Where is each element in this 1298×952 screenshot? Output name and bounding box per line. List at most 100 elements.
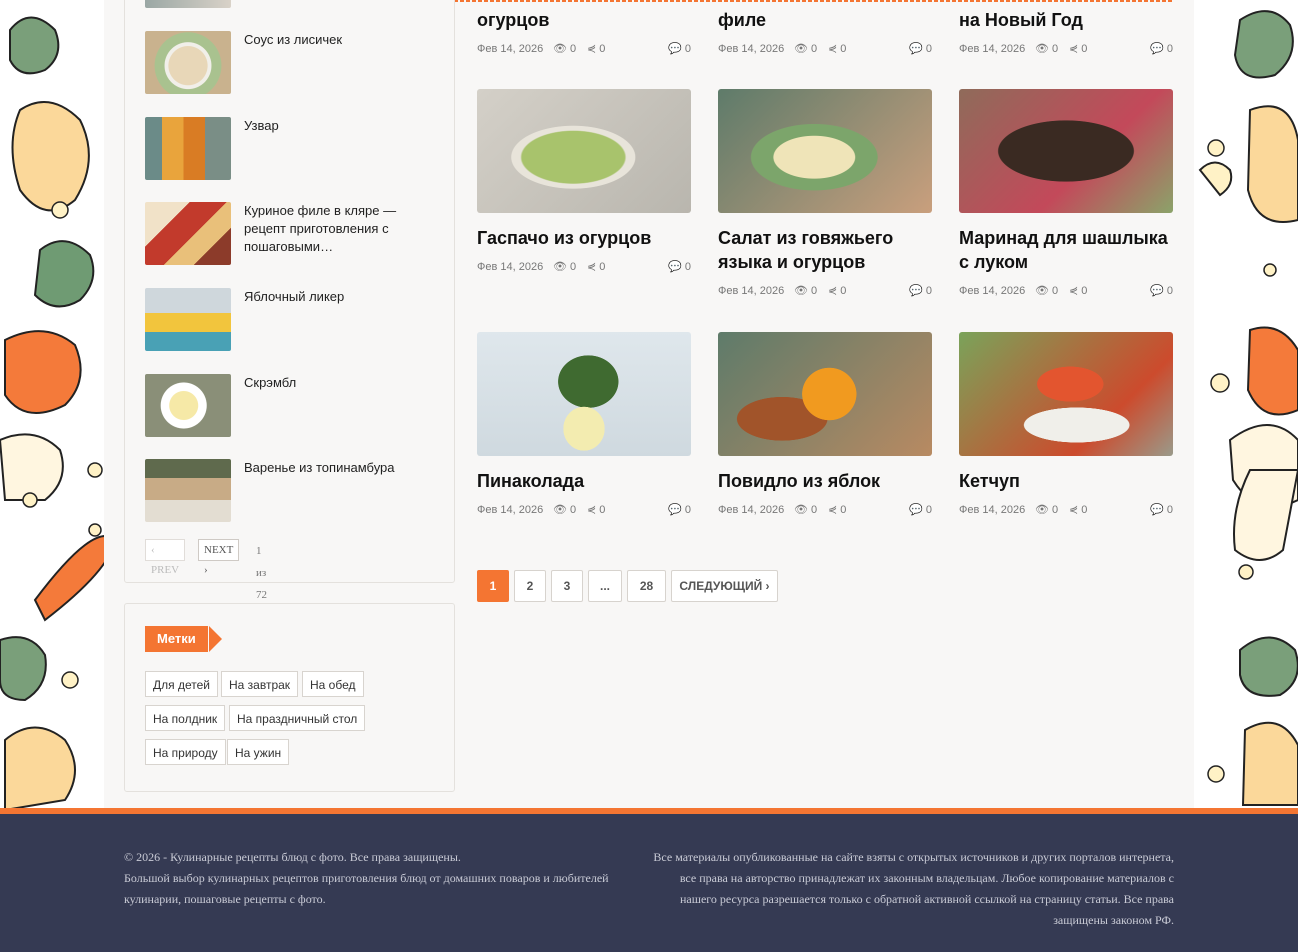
views-count: 👁 0	[794, 504, 818, 517]
recent-item-title[interactable]: Соус из лисичек	[244, 31, 434, 49]
post-date: Фев 14, 2026	[959, 504, 1026, 516]
comment-icon: 💬	[1150, 504, 1164, 517]
tag-link[interactable]: На праздничный стол	[229, 705, 366, 731]
recent-item[interactable]: Скрэмбл	[145, 374, 435, 438]
recent-item-thumb[interactable]	[145, 202, 231, 265]
views-count: 👁 0	[553, 261, 577, 274]
post-date: Фев 14, 2026	[718, 504, 785, 516]
post-title[interactable]: Повидло из яблок	[718, 469, 932, 493]
page-1-button[interactable]: 1	[477, 570, 509, 602]
comments-count[interactable]: 💬 0	[1150, 41, 1173, 57]
eye-icon: 👁	[794, 43, 808, 56]
recent-item-title[interactable]: Узвар	[244, 117, 434, 135]
comment-icon: 💬	[668, 43, 682, 56]
page-28-button[interactable]: 28	[627, 570, 666, 602]
post-title[interactable]: Пинаколада	[477, 469, 691, 493]
eye-icon: 👁	[553, 504, 567, 517]
share-icon: ⋞	[1069, 43, 1079, 56]
recent-item[interactable]: Варенье из топинамбура	[145, 459, 435, 523]
post-title[interactable]: филе	[718, 8, 932, 32]
recent-item-title[interactable]: Варенье из топинамбура	[244, 459, 434, 477]
recent-item-thumb[interactable]	[145, 31, 231, 94]
recent-item[interactable]: Соус из лисичек	[145, 31, 435, 95]
post-meta: Фев 14, 2026 👁 0 ⋞ 0 💬 0	[477, 502, 691, 518]
post-title[interactable]: огурцов	[477, 8, 691, 32]
eye-icon: 👁	[553, 43, 567, 56]
views-count: 👁 0	[1035, 285, 1059, 298]
tag-link[interactable]: На обед	[302, 671, 364, 697]
recent-item-thumb[interactable]	[145, 117, 231, 180]
tag-link[interactable]: На завтрак	[221, 671, 299, 697]
recent-item-thumb[interactable]	[145, 288, 231, 351]
post-image[interactable]	[959, 332, 1173, 456]
post-image[interactable]	[477, 332, 691, 456]
post-title[interactable]: на Новый Год	[959, 8, 1173, 32]
next-button[interactable]: NEXT ›	[198, 539, 240, 576]
comments-count[interactable]: 💬 0	[909, 502, 932, 518]
tags-widget: Метки Для детей На завтрак На обед На по…	[124, 603, 455, 792]
recent-item-title[interactable]: Яблочный ликер	[244, 288, 434, 306]
next-page-button[interactable]: СЛЕДУЮЩИЙ ›	[671, 570, 778, 602]
comments-count[interactable]: 💬 0	[909, 41, 932, 57]
post-title[interactable]: Маринад для шашлыка с луком	[959, 226, 1173, 274]
post-meta: Фев 14, 2026 👁 0 ⋞ 0 💬 0	[718, 283, 932, 299]
post-image[interactable]	[718, 89, 932, 213]
post-image[interactable]	[959, 89, 1173, 213]
post-title[interactable]: Гаспачо из огурцов	[477, 226, 691, 250]
views-count: 👁 0	[794, 285, 818, 298]
post-meta: Фев 14, 2026 👁 0 ⋞ 0 💬 0	[959, 502, 1173, 518]
eye-icon: 👁	[1035, 285, 1049, 298]
post-meta: Фев 14, 2026 👁 0 ⋞ 0 💬 0	[718, 502, 932, 518]
share-icon: ⋞	[587, 504, 597, 517]
eye-icon: 👁	[794, 504, 808, 517]
shares-count: ⋞ 0	[587, 261, 606, 274]
post-meta: Фев 14, 2026 👁 0 ⋞ 0 💬 0	[959, 283, 1173, 299]
prev-button[interactable]: ‹ PREV	[145, 539, 186, 576]
eye-icon: 👁	[1035, 504, 1049, 517]
post-image[interactable]	[477, 89, 691, 213]
comments-count[interactable]: 💬 0	[1150, 283, 1173, 299]
post-image[interactable]	[718, 332, 932, 456]
recent-item-thumb-cut	[145, 0, 231, 8]
views-count: 👁 0	[1035, 43, 1059, 56]
post-title[interactable]: Кетчуп	[959, 469, 1173, 493]
tag-link[interactable]: На полдник	[145, 705, 226, 731]
share-icon: ⋞	[587, 261, 597, 274]
recent-item[interactable]: Яблочный ликер	[145, 288, 435, 352]
post-date: Фев 14, 2026	[718, 43, 785, 55]
recent-item-title[interactable]: Скрэмбл	[244, 374, 434, 392]
footer-disclaimer: Все материалы опубликованные на сайте вз…	[653, 850, 1174, 927]
widget-title-label: Метки	[145, 626, 208, 652]
post-meta: Фев 14, 2026 👁 0 ⋞ 0 💬 0	[718, 41, 932, 57]
page-2-button[interactable]: 2	[514, 570, 546, 602]
comment-icon: 💬	[1150, 285, 1164, 298]
recent-item-thumb[interactable]	[145, 459, 231, 522]
comments-count[interactable]: 💬 0	[668, 502, 691, 518]
tag-link[interactable]: На природу	[145, 739, 226, 765]
eye-icon: 👁	[553, 261, 567, 274]
page-3-button[interactable]: 3	[551, 570, 583, 602]
comments-count[interactable]: 💬 0	[909, 283, 932, 299]
comments-count[interactable]: 💬 0	[668, 41, 691, 57]
post-meta: Фев 14, 2026 👁 0 ⋞ 0 💬 0	[959, 41, 1173, 57]
comments-count[interactable]: 💬 0	[1150, 502, 1173, 518]
comment-icon: 💬	[1150, 43, 1164, 56]
recent-item-thumb[interactable]	[145, 374, 231, 437]
page-count: 1 из 72	[256, 545, 267, 601]
eye-icon: 👁	[794, 285, 808, 298]
tag-link[interactable]: На ужин	[227, 739, 290, 765]
widget-title-arrow	[209, 626, 222, 652]
recent-item[interactable]: Куриное филе в кляре — рецепт приготовле…	[145, 202, 435, 266]
comments-count[interactable]: 💬 0	[668, 259, 691, 275]
post-title[interactable]: Салат из говяжьего языка и огурцов	[718, 226, 932, 274]
tag-link[interactable]: Для детей	[145, 671, 218, 697]
share-icon: ⋞	[828, 504, 838, 517]
comment-icon: 💬	[909, 285, 923, 298]
shares-count: ⋞ 0	[828, 285, 847, 298]
recent-item[interactable]: Узвар	[145, 117, 435, 181]
views-count: 👁 0	[1035, 504, 1059, 517]
comment-icon: 💬	[668, 504, 682, 517]
shares-count: ⋞ 0	[828, 504, 847, 517]
page-ellipsis: ...	[588, 570, 622, 602]
recent-item-title[interactable]: Куриное филе в кляре — рецепт приготовле…	[244, 202, 434, 256]
